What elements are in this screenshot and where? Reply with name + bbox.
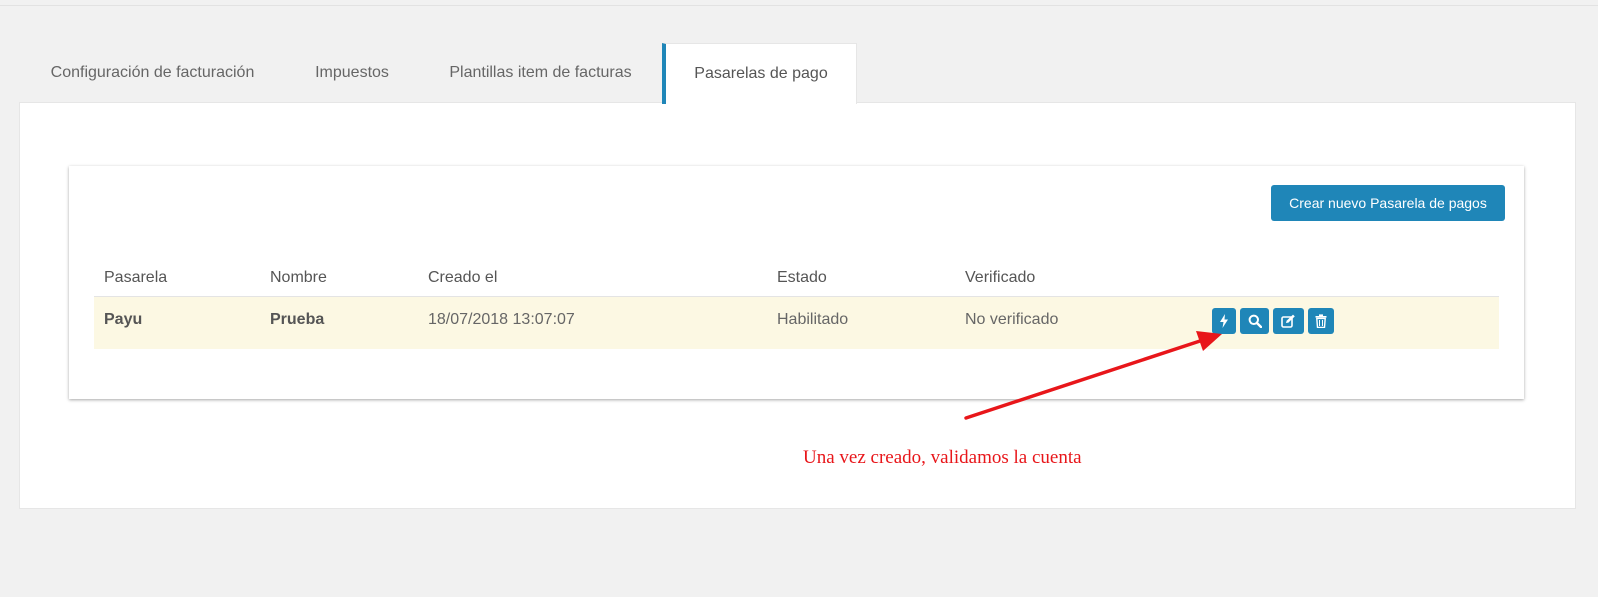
create-gateway-button[interactable]: Crear nuevo Pasarela de pagos <box>1271 185 1505 221</box>
bolt-icon <box>1220 314 1228 328</box>
row-actions <box>1212 308 1334 334</box>
cell-pasarela: Payu <box>104 311 143 328</box>
tab-impuestos[interactable]: Impuestos <box>285 43 419 103</box>
cell-creado: 18/07/2018 13:07:07 <box>428 311 575 328</box>
gateways-card: Crear nuevo Pasarela de pagos Pasarela N… <box>69 166 1524 399</box>
cell-estado: Habilitado <box>777 311 849 328</box>
header-verificado: Verificado <box>965 269 1036 286</box>
view-button[interactable] <box>1240 308 1269 334</box>
tab-configuracion-facturacion[interactable]: Configuración de facturación <box>20 43 285 103</box>
delete-button[interactable] <box>1308 308 1334 334</box>
cell-nombre: Prueba <box>270 311 325 328</box>
trash-icon <box>1315 314 1327 328</box>
tab-plantillas-item-facturas[interactable]: Plantillas item de facturas <box>419 43 662 103</box>
validate-button[interactable] <box>1212 308 1236 334</box>
edit-icon <box>1281 314 1295 328</box>
table-row: Payu Prueba 18/07/2018 13:07:07 Habilita… <box>94 297 1499 349</box>
header-pasarela: Pasarela <box>104 269 168 286</box>
annotation-text: Una vez creado, validamos la cuenta <box>803 447 1082 468</box>
tab-bar: Configuración de facturación Impuestos P… <box>20 43 857 104</box>
tab-pasarelas-de-pago[interactable]: Pasarelas de pago <box>662 43 857 104</box>
header-nombre: Nombre <box>270 269 327 286</box>
edit-button[interactable] <box>1273 308 1304 334</box>
cell-verificado: No verificado <box>965 311 1059 328</box>
tab-content-panel: Crear nuevo Pasarela de pagos Pasarela N… <box>19 102 1576 509</box>
header-estado: Estado <box>777 269 827 286</box>
top-divider <box>0 5 1598 6</box>
header-creado-el: Creado el <box>428 269 498 286</box>
search-icon <box>1248 314 1262 328</box>
table-header: Pasarela Nombre Creado el Estado Verific… <box>94 259 1499 297</box>
